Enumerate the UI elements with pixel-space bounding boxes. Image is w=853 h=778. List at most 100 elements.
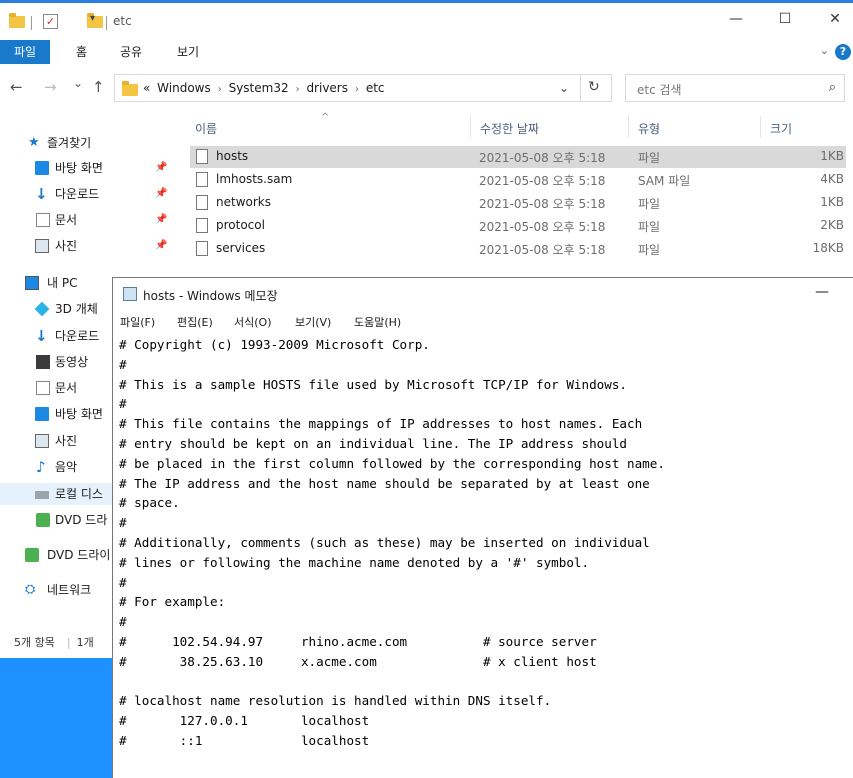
sidebar-item-pc-documents[interactable]: 문서 — [0, 377, 112, 399]
sidebar-item-label: 사진 — [55, 434, 78, 448]
file-icon — [196, 172, 208, 187]
breadcrumb-item[interactable]: etc — [366, 81, 385, 95]
sidebar-item-label: DVD 드라이 — [47, 548, 111, 562]
sidebar-item-label: 로컬 디스 — [55, 487, 103, 501]
menu-help[interactable]: 도움말(H) — [354, 314, 401, 330]
tab-home[interactable]: 홈 — [62, 40, 101, 64]
tab-share[interactable]: 공유 — [106, 40, 156, 64]
sidebar-item-this-pc[interactable]: 내 PC — [0, 272, 112, 294]
download-icon: ↓ — [35, 327, 48, 345]
sidebar-item-label: 네트워크 — [47, 583, 92, 597]
menu-file[interactable]: 파일(F) — [120, 314, 155, 330]
selected-count: 1개 — [76, 636, 94, 649]
sidebar-item-quick-access[interactable]: ★ 즐겨찾기 — [0, 132, 190, 154]
sidebar-item-pictures[interactable]: 사진 📌 — [0, 235, 190, 257]
expand-ribbon-icon[interactable]: ⌄ — [820, 44, 829, 57]
menu-format[interactable]: 서식(O) — [234, 314, 271, 330]
menu-view[interactable]: 보기(V) — [295, 314, 331, 330]
sidebar-item-music[interactable]: ♪ 음악 — [0, 456, 112, 478]
forward-arrow-icon[interactable]: → — [44, 78, 57, 96]
file-row-hosts[interactable]: hosts 2021-05-08 오후 5:18 파일 1KB — [190, 146, 846, 168]
chevron-right-icon[interactable]: › — [296, 84, 300, 95]
notepad-text-area[interactable]: # Copyright (c) 1993-2009 Microsoft Corp… — [119, 335, 665, 751]
sidebar-item-network[interactable]: ⛭ 네트워크 — [0, 579, 112, 601]
maximize-button[interactable]: ☐ — [765, 11, 805, 27]
menu-edit[interactable]: 편집(E) — [177, 314, 213, 330]
up-arrow-icon[interactable]: ↑ — [92, 78, 105, 96]
pin-icon[interactable]: 📌 — [155, 235, 167, 257]
column-type[interactable]: 유형 — [638, 120, 660, 137]
music-note-icon: ♪ — [36, 458, 46, 476]
tab-file[interactable]: 파일 — [0, 40, 51, 64]
sidebar-item-dvd-drive-root[interactable]: DVD 드라이 — [0, 544, 112, 566]
address-bar[interactable]: « Windows › System32 › drivers › etc ⌄ ↻ — [114, 74, 612, 102]
breadcrumb-overflow[interactable]: « — [143, 81, 150, 95]
file-row-protocol[interactable]: protocol 2021-05-08 오후 5:18 파일 2KB — [190, 215, 846, 237]
breadcrumb: « Windows › System32 › drivers › etc — [143, 81, 388, 95]
file-list-header: ^ 이름 수정한 날짜 유형 크기 — [190, 112, 853, 138]
back-arrow-icon[interactable]: ← — [10, 78, 23, 96]
picture-icon — [35, 434, 49, 448]
sidebar-item-downloads[interactable]: ↓ 다운로드 📌 — [0, 183, 190, 205]
breadcrumb-item[interactable]: System32 — [229, 81, 289, 95]
divider — [760, 116, 761, 138]
help-icon[interactable]: ? — [835, 44, 851, 60]
file-size: 18KB — [812, 241, 844, 255]
sidebar-item-label: 문서 — [55, 381, 78, 395]
desktop-background — [0, 658, 112, 778]
sidebar-item-label: DVD 드라 — [55, 513, 108, 527]
cube-icon — [34, 301, 50, 317]
sidebar-item-documents[interactable]: 문서 📌 — [0, 209, 190, 231]
file-size: 1KB — [820, 149, 844, 163]
sidebar-item-pc-desktop[interactable]: 바탕 화면 — [0, 403, 112, 425]
sidebar-item-pc-downloads[interactable]: ↓ 다운로드 — [0, 325, 112, 347]
breadcrumb-item[interactable]: Windows — [157, 81, 211, 95]
sidebar-item-3d-objects[interactable]: 3D 개체 — [0, 298, 112, 320]
picture-icon — [35, 239, 49, 253]
column-size[interactable]: 크기 — [770, 120, 792, 137]
file-size: 2KB — [820, 218, 844, 232]
address-dropdown-icon[interactable]: ⌄ — [559, 81, 569, 95]
sidebar-item-dvd-drive[interactable]: DVD 드라 — [0, 509, 112, 531]
properties-icon[interactable]: ✓ — [43, 14, 58, 29]
tab-view[interactable]: 보기 — [163, 40, 213, 64]
sidebar-item-pc-pictures[interactable]: 사진 — [0, 430, 112, 452]
pin-icon[interactable]: 📌 — [155, 183, 167, 205]
file-row-networks[interactable]: networks 2021-05-08 오후 5:18 파일 1KB — [190, 192, 846, 214]
close-button[interactable]: ✕ — [815, 11, 853, 27]
sidebar-item-videos[interactable]: 동영상 — [0, 351, 112, 373]
divider — [31, 16, 32, 30]
breadcrumb-item[interactable]: drivers — [306, 81, 348, 95]
notepad-menu-bar: 파일(F) 편집(E) 서식(O) 보기(V) 도움말(H) — [113, 310, 853, 332]
search-input[interactable]: etc 검색 ⌕ — [625, 74, 845, 102]
pin-icon[interactable]: 📌 — [155, 209, 167, 231]
customize-toolbar-icon[interactable]: ▾ — [90, 13, 95, 33]
desktop-icon — [35, 161, 49, 175]
sidebar-item-desktop[interactable]: 바탕 화면 📌 — [0, 157, 190, 179]
sidebar-item-local-disk[interactable]: 로컬 디스 — [0, 483, 112, 505]
refresh-icon[interactable]: ↻ — [588, 79, 600, 95]
star-icon: ★ — [28, 135, 40, 150]
chevron-right-icon[interactable]: › — [218, 84, 222, 95]
file-name: protocol — [216, 218, 265, 232]
column-date[interactable]: 수정한 날짜 — [480, 120, 539, 137]
divider: | — [66, 636, 71, 649]
file-row-lmhosts[interactable]: lmhosts.sam 2021-05-08 오후 5:18 SAM 파일 4K… — [190, 169, 846, 191]
file-row-services[interactable]: services 2021-05-08 오후 5:18 파일 18KB — [190, 238, 846, 260]
minimize-button[interactable]: — — [815, 284, 829, 300]
sidebar-item-label: 바탕 화면 — [55, 407, 103, 421]
search-icon[interactable]: ⌕ — [829, 80, 836, 95]
chevron-right-icon[interactable]: › — [355, 84, 359, 95]
file-icon — [196, 149, 208, 164]
notepad-title: hosts - Windows 메모장 — [143, 289, 278, 303]
explorer-title-bar: ✓ ▾ etc — ☐ ✕ — [0, 0, 853, 40]
sidebar-item-label: 다운로드 — [55, 329, 100, 343]
minimize-button[interactable]: — — [716, 11, 756, 27]
status-bar: 5개 항목 | 1개 — [14, 634, 106, 650]
sidebar-item-label: 음악 — [55, 460, 78, 474]
recent-locations-icon[interactable]: ⌄ — [73, 76, 83, 90]
file-name: networks — [216, 195, 271, 209]
pin-icon[interactable]: 📌 — [155, 157, 167, 179]
column-name[interactable]: 이름 — [195, 120, 217, 137]
network-icon: ⛭ — [25, 582, 36, 597]
